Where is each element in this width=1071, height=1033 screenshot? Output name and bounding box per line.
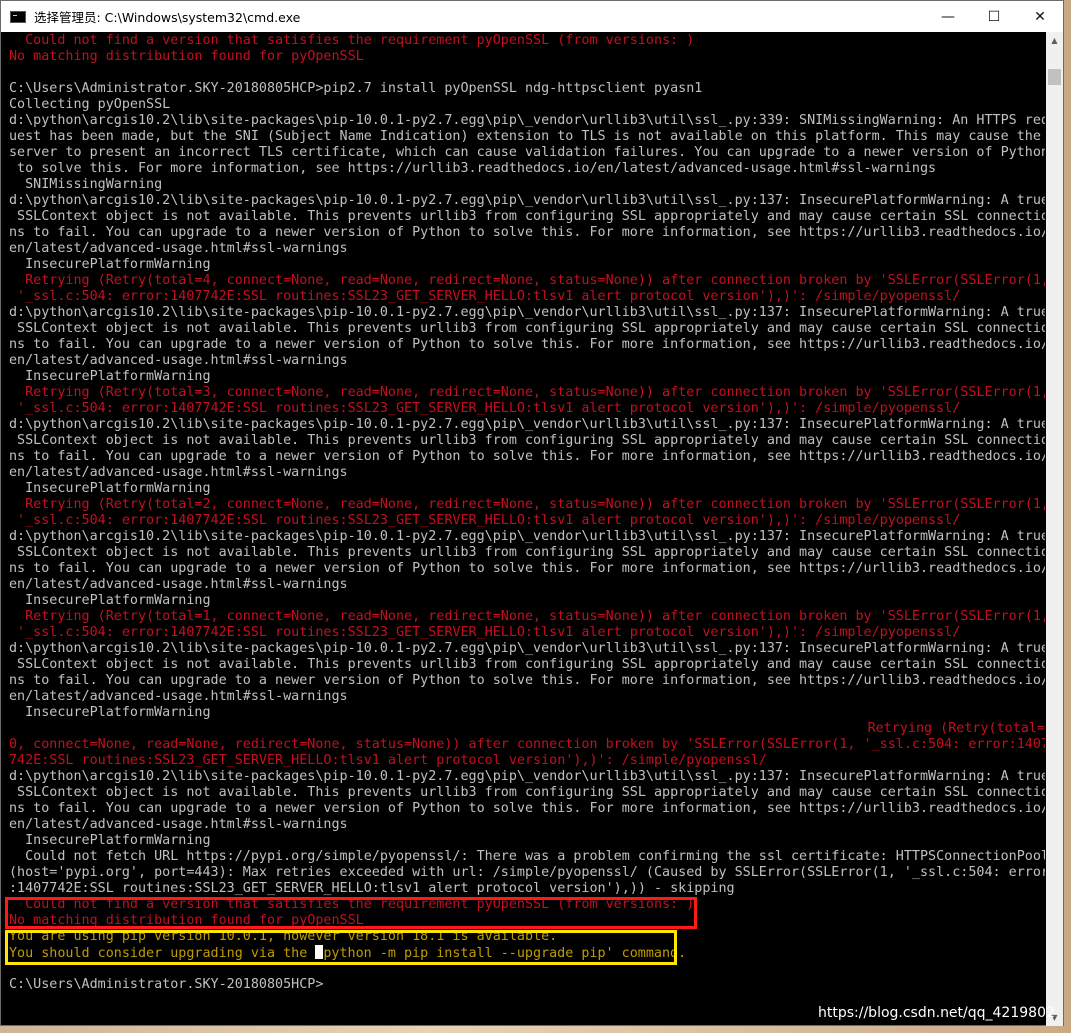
console-line: C:\Users\Administrator.SKY-20180805HCP>p… — [9, 81, 703, 96]
window-title: 选择管理员: C:\Windows\system32\cmd.exe — [34, 10, 301, 25]
console-line: d:\python\arcgis10.2\lib\site-packages\p… — [9, 417, 1045, 432]
console-line: uest has been made, but the SNI (Subject… — [9, 129, 1041, 144]
console-line: ns to fail. You can upgrade to a newer v… — [9, 225, 1045, 240]
console-line: Retrying (Retry(total=2, connect=None, r… — [9, 497, 1045, 512]
console-line: Retrying (Retry(total= — [867, 721, 1045, 736]
console-line: SSLContext object is not available. This… — [9, 545, 1045, 560]
close-button[interactable]: ✕ — [1017, 1, 1063, 32]
cmd-window[interactable]: 选择管理员: C:\Windows\system32\cmd.exe — ☐ ✕… — [0, 0, 1064, 1026]
console-line: d:\python\arcgis10.2\lib\site-packages\p… — [9, 769, 1045, 784]
console-line: en/latest/advanced-usage.html#ssl-warnin… — [9, 817, 348, 832]
console-line: en/latest/advanced-usage.html#ssl-warnin… — [9, 465, 348, 480]
console-line: SSLContext object is not available. This… — [9, 433, 1045, 448]
console-line: InsecurePlatformWarning — [9, 481, 211, 496]
console-line: :1407742E:SSL routines:SSL23_GET_SERVER_… — [9, 881, 735, 896]
vertical-scrollbar[interactable]: ▲ ▼ — [1046, 32, 1063, 1026]
console-line: en/latest/advanced-usage.html#ssl-warnin… — [9, 353, 348, 368]
console-line: en/latest/advanced-usage.html#ssl-warnin… — [9, 689, 348, 704]
console-line: 742E:SSL routines:SSL23_GET_SERVER_HELLO… — [9, 753, 767, 768]
minimize-button[interactable]: — — [925, 1, 971, 32]
console-line: d:\python\arcgis10.2\lib\site-packages\p… — [9, 305, 1045, 320]
console-line: '_ssl.c:504: error:1407742E:SSL routines… — [9, 289, 961, 304]
console-line: SNIMissingWarning — [9, 177, 163, 192]
console-output[interactable]: Could not find a version that satisfies … — [9, 33, 1045, 1023]
console-line: to solve this. For more information, see… — [9, 161, 937, 176]
console-line: InsecurePlatformWarning — [9, 593, 211, 608]
console-line: SSLContext object is not available. This… — [9, 657, 1045, 672]
console-line: Could not find a version that satisfies … — [9, 33, 695, 48]
console-line: d:\python\arcgis10.2\lib\site-packages\p… — [9, 113, 1045, 128]
watermark: https://blog.csdn.net/qq_4219802 — [818, 1005, 1055, 1021]
console-line: d:\python\arcgis10.2\lib\site-packages\p… — [9, 641, 1045, 656]
console-line: No matching distribution found for pyOpe… — [9, 49, 364, 64]
console-line: SSLContext object is not available. This… — [9, 209, 1045, 224]
console-line: d:\python\arcgis10.2\lib\site-packages\p… — [9, 529, 1045, 544]
console-line: Retrying (Retry(total=4, connect=None, r… — [9, 273, 1045, 288]
console-line: ns to fail. You can upgrade to a newer v… — [9, 449, 1045, 464]
maximize-button[interactable]: ☐ — [971, 1, 1017, 32]
highlight-upgrade-box — [5, 930, 677, 965]
console-line: Retrying (Retry(total=3, connect=None, r… — [9, 385, 1045, 400]
console-line: (host='pypi.org', port=443): Max retries… — [9, 865, 1045, 880]
console-line: ns to fail. You can upgrade to a newer v… — [9, 801, 1045, 816]
console-line: en/latest/advanced-usage.html#ssl-warnin… — [9, 241, 348, 256]
console-line: d:\python\arcgis10.2\lib\site-packages\p… — [9, 193, 1045, 208]
scroll-up-arrow-icon[interactable]: ▲ — [1046, 32, 1063, 49]
window-controls: — ☐ ✕ — [925, 1, 1063, 32]
console-line: '_ssl.c:504: error:1407742E:SSL routines… — [9, 513, 961, 528]
console-line: InsecurePlatformWarning — [9, 257, 211, 272]
console-line: Could not fetch URL https://pypi.org/sim… — [9, 849, 1045, 864]
console-line: '_ssl.c:504: error:1407742E:SSL routines… — [9, 401, 961, 416]
console-line: en/latest/advanced-usage.html#ssl-warnin… — [9, 577, 348, 592]
console-line: InsecurePlatformWarning — [9, 369, 211, 384]
console-line: Collecting pyOpenSSL — [9, 97, 171, 112]
console-line: ns to fail. You can upgrade to a newer v… — [9, 673, 1045, 688]
console-line: ns to fail. You can upgrade to a newer v… — [9, 337, 1045, 352]
cmd-app-icon[interactable] — [10, 10, 26, 23]
console-line: Retrying (Retry(total=1, connect=None, r… — [9, 609, 1045, 624]
console-line: ns to fail. You can upgrade to a newer v… — [9, 561, 1045, 576]
console-line: server to present an incorrect TLS certi… — [9, 145, 1045, 160]
console-line: SSLContext object is not available. This… — [9, 785, 1045, 800]
scrollbar-thumb[interactable] — [1048, 69, 1061, 85]
console-line: InsecurePlatformWarning — [9, 833, 211, 848]
highlight-error-box — [5, 897, 697, 929]
console-line: 0, connect=None, read=None, redirect=Non… — [9, 737, 1045, 752]
console-line: '_ssl.c:504: error:1407742E:SSL routines… — [9, 625, 961, 640]
console-line: InsecurePlatformWarning — [9, 705, 211, 720]
console-line: C:\Users\Administrator.SKY-20180805HCP> — [9, 977, 324, 992]
title-bar[interactable]: 选择管理员: C:\Windows\system32\cmd.exe — ☐ ✕ — [1, 1, 1063, 32]
console-line: SSLContext object is not available. This… — [9, 321, 1045, 336]
